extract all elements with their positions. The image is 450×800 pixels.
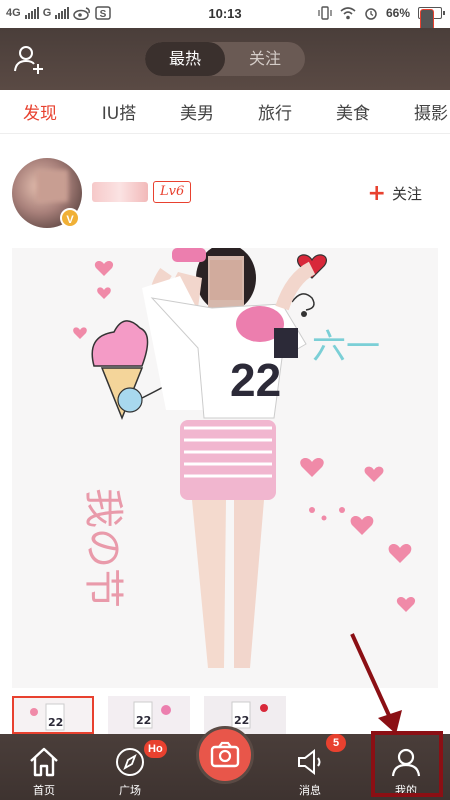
nav-square[interactable]: Ho 广场 — [90, 734, 170, 800]
post-photo[interactable]: 我の节 六一 22 — [12, 248, 438, 688]
category-handsome[interactable]: 美男 — [158, 99, 236, 124]
top-header: 最热 关注 — [0, 28, 450, 90]
annotation-arrow — [350, 633, 402, 734]
nav-home-label: 首页 — [33, 784, 55, 797]
camera-button[interactable] — [196, 726, 254, 784]
category-discover[interactable]: 发现 — [0, 99, 80, 124]
category-food[interactable]: 美食 — [314, 99, 392, 124]
nav-square-label: 广场 — [119, 784, 141, 797]
add-user-icon[interactable] — [12, 42, 46, 76]
svg-text:22: 22 — [234, 714, 249, 727]
annotation-highlight-box — [371, 731, 443, 797]
doodle-text-1: 我の节 — [80, 488, 126, 608]
feed-segment-control: 最热 关注 — [145, 42, 305, 76]
wifi-icon — [340, 7, 356, 20]
model-figure: 22 — [142, 248, 316, 668]
follow-label: 关注 — [391, 185, 422, 203]
svg-text:22: 22 — [48, 716, 63, 729]
verified-badge: V — [60, 208, 80, 228]
vibrate-icon — [318, 6, 332, 20]
nav-home[interactable]: 首页 — [4, 734, 84, 800]
follow-button[interactable]: + 关注 — [367, 180, 422, 206]
category-outfit[interactable]: IU搭 — [80, 99, 158, 124]
svg-text:22: 22 — [136, 714, 151, 727]
doodle-text-2: 六一 — [312, 327, 380, 367]
battery-icon — [418, 7, 445, 31]
svg-text:22: 22 — [230, 354, 281, 406]
home-icon — [30, 747, 58, 777]
alarm-icon — [365, 8, 377, 20]
battery-percent: 66% — [385, 6, 410, 20]
thumbnail-2[interactable]: 22 — [108, 696, 190, 734]
tab-hot[interactable]: 最热 — [145, 42, 225, 76]
status-bar: 4G G S 10:13 66% — [0, 0, 450, 31]
nav-messages[interactable]: 5 消息 — [270, 734, 350, 800]
nav-square-badge: Ho — [144, 740, 167, 758]
category-travel[interactable]: 旅行 — [236, 99, 314, 124]
speaker-icon — [298, 748, 321, 776]
username[interactable] — [92, 182, 148, 202]
category-bar: 发现 IU搭 美男 旅行 美食 摄影 — [0, 90, 450, 134]
category-photography[interactable]: 摄影 — [392, 99, 450, 124]
level-badge: Lv6 — [153, 181, 192, 203]
thumbnail-1[interactable]: 22 — [12, 696, 94, 734]
photo-illustration: 我の节 六一 22 — [73, 248, 416, 668]
post-author-row: V Lv6 + 关注 — [0, 150, 450, 240]
tab-following[interactable]: 关注 — [225, 42, 305, 76]
compass-icon — [116, 748, 144, 776]
camera-icon — [210, 741, 240, 768]
nav-messages-label: 消息 — [299, 784, 321, 797]
plus-icon: + — [367, 180, 386, 206]
